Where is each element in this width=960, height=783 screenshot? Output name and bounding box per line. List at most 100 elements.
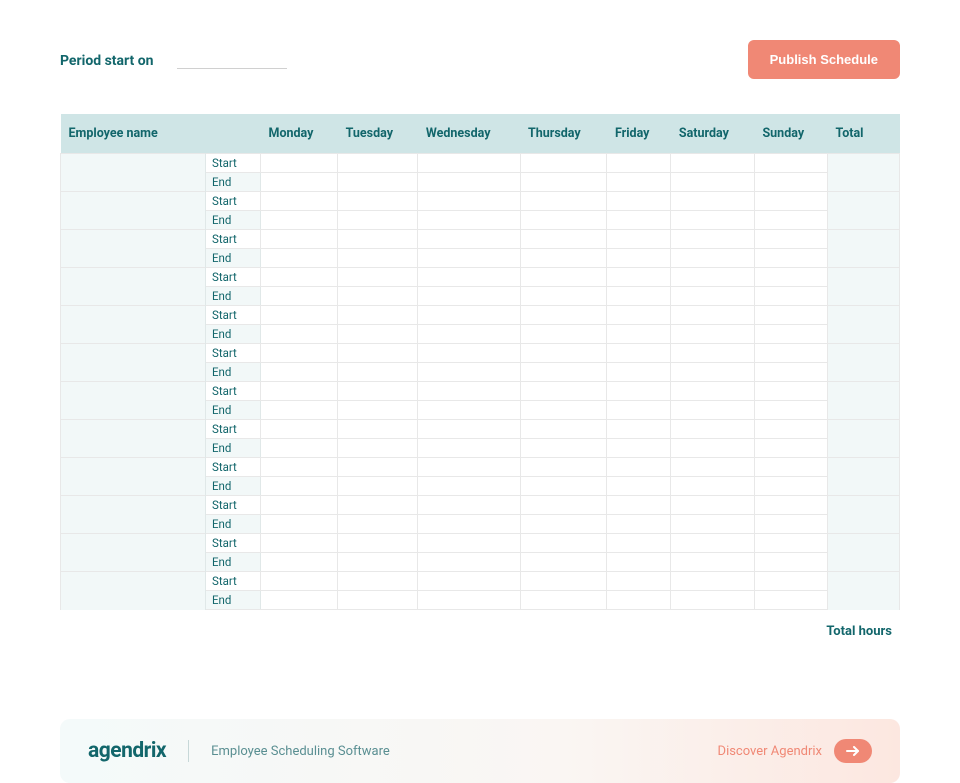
shift-end-cell[interactable]: [671, 211, 755, 230]
shift-start-cell[interactable]: [607, 154, 671, 173]
shift-end-cell[interactable]: [261, 553, 338, 572]
shift-end-cell[interactable]: [607, 515, 671, 534]
shift-end-cell[interactable]: [261, 591, 338, 610]
shift-start-cell[interactable]: [338, 420, 418, 439]
shift-start-cell[interactable]: [261, 496, 338, 515]
shift-end-cell[interactable]: [261, 211, 338, 230]
shift-end-cell[interactable]: [418, 515, 520, 534]
shift-start-cell[interactable]: [520, 496, 607, 515]
shift-start-cell[interactable]: [607, 230, 671, 249]
shift-end-cell[interactable]: [607, 439, 671, 458]
shift-end-cell[interactable]: [520, 439, 607, 458]
shift-end-cell[interactable]: [754, 553, 827, 572]
shift-end-cell[interactable]: [607, 249, 671, 268]
shift-start-cell[interactable]: [754, 154, 827, 173]
shift-start-cell[interactable]: [338, 458, 418, 477]
employee-name-cell[interactable]: [61, 268, 206, 306]
shift-end-cell[interactable]: [671, 477, 755, 496]
shift-end-cell[interactable]: [418, 287, 520, 306]
shift-end-cell[interactable]: [520, 363, 607, 382]
shift-start-cell[interactable]: [338, 268, 418, 287]
shift-end-cell[interactable]: [418, 325, 520, 344]
shift-start-cell[interactable]: [520, 230, 607, 249]
shift-end-cell[interactable]: [261, 439, 338, 458]
shift-start-cell[interactable]: [520, 344, 607, 363]
shift-start-cell[interactable]: [520, 382, 607, 401]
shift-start-cell[interactable]: [338, 306, 418, 325]
shift-start-cell[interactable]: [607, 420, 671, 439]
shift-end-cell[interactable]: [418, 211, 520, 230]
employee-name-cell[interactable]: [61, 154, 206, 192]
shift-end-cell[interactable]: [607, 211, 671, 230]
shift-start-cell[interactable]: [520, 534, 607, 553]
shift-start-cell[interactable]: [754, 268, 827, 287]
shift-end-cell[interactable]: [754, 249, 827, 268]
shift-end-cell[interactable]: [671, 325, 755, 344]
shift-end-cell[interactable]: [754, 363, 827, 382]
shift-start-cell[interactable]: [418, 230, 520, 249]
shift-start-cell[interactable]: [754, 572, 827, 591]
shift-end-cell[interactable]: [261, 363, 338, 382]
shift-start-cell[interactable]: [520, 192, 607, 211]
shift-start-cell[interactable]: [754, 306, 827, 325]
shift-start-cell[interactable]: [418, 344, 520, 363]
employee-name-cell[interactable]: [61, 496, 206, 534]
shift-start-cell[interactable]: [261, 382, 338, 401]
shift-start-cell[interactable]: [520, 268, 607, 287]
shift-end-cell[interactable]: [754, 173, 827, 192]
shift-end-cell[interactable]: [754, 325, 827, 344]
shift-end-cell[interactable]: [261, 401, 338, 420]
shift-end-cell[interactable]: [754, 439, 827, 458]
shift-end-cell[interactable]: [261, 477, 338, 496]
employee-name-cell[interactable]: [61, 458, 206, 496]
shift-start-cell[interactable]: [607, 458, 671, 477]
employee-name-cell[interactable]: [61, 534, 206, 572]
shift-start-cell[interactable]: [338, 496, 418, 515]
shift-start-cell[interactable]: [418, 496, 520, 515]
shift-end-cell[interactable]: [418, 401, 520, 420]
shift-start-cell[interactable]: [261, 154, 338, 173]
shift-end-cell[interactable]: [338, 173, 418, 192]
shift-end-cell[interactable]: [338, 211, 418, 230]
shift-end-cell[interactable]: [418, 173, 520, 192]
shift-start-cell[interactable]: [671, 382, 755, 401]
shift-start-cell[interactable]: [261, 306, 338, 325]
shift-end-cell[interactable]: [520, 287, 607, 306]
shift-end-cell[interactable]: [338, 287, 418, 306]
shift-end-cell[interactable]: [520, 591, 607, 610]
shift-start-cell[interactable]: [671, 306, 755, 325]
shift-end-cell[interactable]: [607, 591, 671, 610]
shift-start-cell[interactable]: [418, 382, 520, 401]
shift-start-cell[interactable]: [520, 154, 607, 173]
shift-start-cell[interactable]: [338, 192, 418, 211]
shift-end-cell[interactable]: [418, 553, 520, 572]
shift-end-cell[interactable]: [607, 553, 671, 572]
employee-name-cell[interactable]: [61, 420, 206, 458]
shift-end-cell[interactable]: [607, 325, 671, 344]
shift-start-cell[interactable]: [754, 344, 827, 363]
shift-end-cell[interactable]: [261, 515, 338, 534]
shift-end-cell[interactable]: [671, 249, 755, 268]
shift-end-cell[interactable]: [261, 249, 338, 268]
shift-start-cell[interactable]: [671, 268, 755, 287]
shift-start-cell[interactable]: [671, 420, 755, 439]
employee-name-cell[interactable]: [61, 344, 206, 382]
shift-end-cell[interactable]: [754, 515, 827, 534]
shift-start-cell[interactable]: [607, 306, 671, 325]
shift-end-cell[interactable]: [520, 249, 607, 268]
shift-end-cell[interactable]: [671, 401, 755, 420]
shift-start-cell[interactable]: [418, 420, 520, 439]
shift-end-cell[interactable]: [338, 439, 418, 458]
shift-start-cell[interactable]: [754, 496, 827, 515]
shift-end-cell[interactable]: [520, 515, 607, 534]
shift-end-cell[interactable]: [754, 591, 827, 610]
discover-arrow-button[interactable]: [834, 739, 872, 763]
shift-end-cell[interactable]: [338, 515, 418, 534]
shift-end-cell[interactable]: [418, 249, 520, 268]
shift-start-cell[interactable]: [754, 230, 827, 249]
discover-agendrix-link[interactable]: Discover Agendrix: [718, 744, 822, 759]
employee-name-cell[interactable]: [61, 572, 206, 610]
shift-start-cell[interactable]: [754, 458, 827, 477]
employee-name-cell[interactable]: [61, 230, 206, 268]
shift-start-cell[interactable]: [671, 572, 755, 591]
